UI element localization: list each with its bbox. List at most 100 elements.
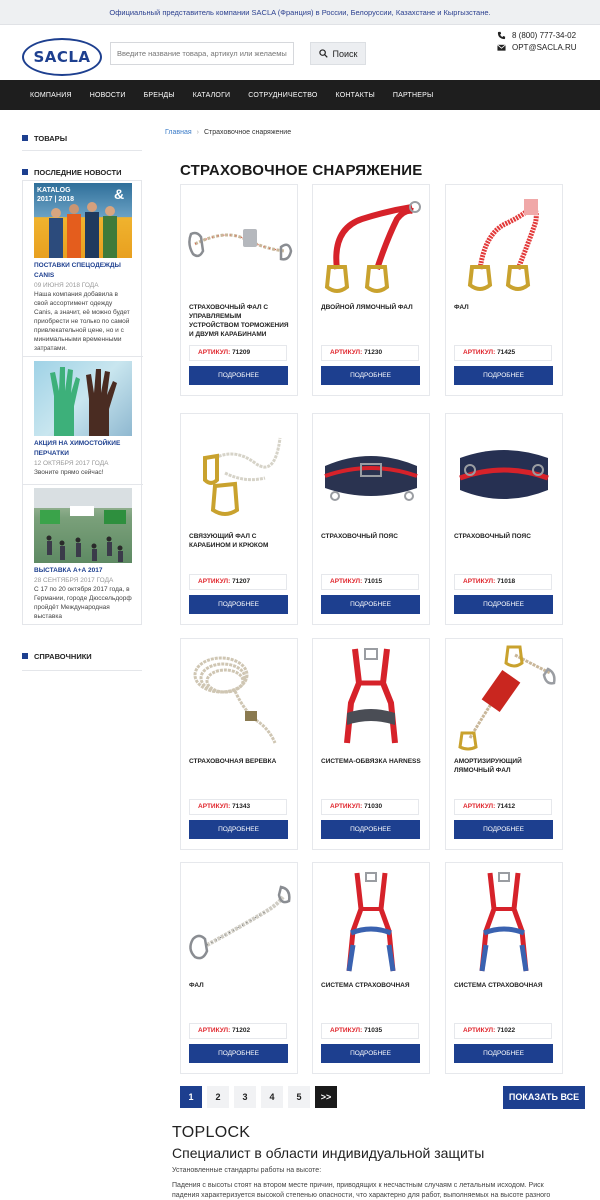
- product-card[interactable]: ФАЛ АРТИКУЛ: 71425 ПОДРОБНЕЕ: [445, 184, 563, 396]
- product-name[interactable]: СТРАХОВОЧНАЯ ВЕРЕВКА: [189, 757, 293, 766]
- more-button[interactable]: ПОДРОБНЕЕ: [321, 595, 420, 614]
- product-card[interactable]: ФАЛ АРТИКУЛ: 71202 ПОДРОБНЕЕ: [180, 862, 298, 1074]
- more-button[interactable]: ПОДРОБНЕЕ: [454, 1044, 553, 1063]
- news-text: Звоните прямо сейчас!: [34, 469, 104, 476]
- search-input[interactable]: [110, 42, 294, 65]
- breadcrumb-home[interactable]: Главная: [165, 129, 192, 136]
- product-card[interactable]: СТРАХОВОЧНЫЙ ПОЯС АРТИКУЛ: 71015 ПОДРОБН…: [312, 413, 430, 625]
- product-card[interactable]: СИСТЕМА СТРАХОВОЧНАЯ АРТИКУЛ: 71022 ПОДР…: [445, 862, 563, 1074]
- more-button[interactable]: ПОДРОБНЕЕ: [189, 1044, 288, 1063]
- product-card[interactable]: АМОРТИЗИРУЮЩИЙ ЛЯМОЧНЫЙ ФАЛ АРТИКУЛ: 714…: [445, 638, 563, 850]
- search-button-label: Поиск: [332, 48, 358, 59]
- nav-item-company[interactable]: КОМПАНИЯ: [30, 92, 72, 99]
- more-button[interactable]: ПОДРОБНЕЕ: [189, 820, 288, 839]
- nav-item-cooperation[interactable]: СОТРУДНИЧЕСТВО: [248, 92, 317, 99]
- harness-blue-icon: [346, 872, 396, 972]
- page-1-button[interactable]: 1: [180, 1086, 202, 1108]
- product-card[interactable]: СТРАХОВОЧНЫЙ ФАЛ С УПРАВЛЯЕМЫМ УСТРОЙСТВ…: [180, 184, 298, 396]
- article-number: 71030: [364, 803, 383, 810]
- product-name[interactable]: ФАЛ: [454, 303, 558, 312]
- double-lanyard-icon: [324, 201, 421, 293]
- sidebar-directories[interactable]: СПРАВОЧНИКИ: [22, 649, 142, 663]
- product-name[interactable]: СТРАХОВОЧНЫЙ ФАЛ С УПРАВЛЯЕМЫМ УСТРОЙСТВ…: [189, 303, 293, 339]
- news-divider: [23, 484, 143, 485]
- article-box: АРТИКУЛ: 71412: [454, 799, 552, 815]
- article-box: АРТИКУЛ: 71343: [189, 799, 287, 815]
- news-title[interactable]: ПОСТАВКИ СПЕЦОДЕЖДЫ CANIS: [34, 261, 132, 281]
- news-item[interactable]: АКЦИЯ НА ХИМОСТОЙКИЕ ПЕРЧАТКИ 12 ОКТЯБРЯ…: [34, 361, 132, 477]
- sidebar-divider: [22, 670, 142, 671]
- show-all-button[interactable]: ПОКАЗАТЬ ВСЕ: [503, 1086, 585, 1109]
- page-3-button[interactable]: 3: [234, 1086, 256, 1108]
- sidebar-goods-label: ТОВАРЫ: [34, 133, 68, 143]
- page-5-button[interactable]: 5: [288, 1086, 310, 1108]
- news-item[interactable]: ВЫСТАВКА А+А 2017 28 СЕНТЯБРЯ 2017 ГОДА …: [34, 488, 132, 621]
- product-name[interactable]: СИСТЕМА СТРАХОВОЧНАЯ: [321, 981, 425, 990]
- product-name[interactable]: АМОРТИЗИРУЮЩИЙ ЛЯМОЧНЫЙ ФАЛ: [454, 757, 558, 775]
- news-title[interactable]: ВЫСТАВКА А+А 2017: [34, 566, 132, 576]
- news-date: 12 ОКТЯБРЯ 2017 ГОДА: [34, 460, 109, 467]
- email-contact[interactable]: OPT@SACLA.RU: [497, 43, 577, 52]
- email-address: OPT@SACLA.RU: [512, 43, 577, 52]
- news-item[interactable]: KATALOG 2017 | 2018 & ПОСТАВКИ СПЕЦОДЕЖД…: [34, 183, 132, 353]
- news-image[interactable]: KATALOG 2017 | 2018 &: [34, 183, 132, 258]
- sacla-logo[interactable]: SACLA: [22, 38, 102, 76]
- more-button[interactable]: ПОДРОБНЕЕ: [454, 366, 553, 385]
- more-button[interactable]: ПОДРОБНЕЕ: [189, 366, 288, 385]
- more-button[interactable]: ПОДРОБНЕЕ: [321, 1044, 420, 1063]
- more-button[interactable]: ПОДРОБНЕЕ: [454, 595, 553, 614]
- product-name[interactable]: СТРАХОВОЧНЫЙ ПОЯС: [321, 532, 425, 541]
- article-label: АРТИКУЛ:: [330, 349, 363, 356]
- product-card[interactable]: СИСТЕМА СТРАХОВОЧНАЯ АРТИКУЛ: 71035 ПОДР…: [312, 862, 430, 1074]
- article-number: 71035: [364, 1027, 383, 1034]
- article-number: 71015: [364, 578, 383, 585]
- nav-item-contacts[interactable]: КОНТАКТЫ: [336, 92, 375, 99]
- phone-number: 8 (800) 777-34-02: [512, 31, 577, 40]
- product-card[interactable]: ДВОЙНОЙ ЛЯМОЧНЫЙ ФАЛ АРТИКУЛ: 71230 ПОДР…: [312, 184, 430, 396]
- nav-item-news[interactable]: НОВОСТИ: [90, 92, 126, 99]
- sidebar-news-heading[interactable]: ПОСЛЕДНИЕ НОВОСТИ: [22, 165, 142, 179]
- page-2-button[interactable]: 2: [207, 1086, 229, 1108]
- news-date: 09 ИЮНЯ 2018 ГОДА: [34, 282, 99, 289]
- product-card[interactable]: СТРАХОВОЧНЫЙ ПОЯС АРТИКУЛ: 71018 ПОДРОБН…: [445, 413, 563, 625]
- article-label: АРТИКУЛ:: [198, 1027, 231, 1034]
- svg-text:&: &: [114, 186, 124, 202]
- more-button[interactable]: ПОДРОБНЕЕ: [321, 366, 420, 385]
- belt-icon: [324, 456, 418, 501]
- article-label: АРТИКУЛ:: [198, 578, 231, 585]
- product-name[interactable]: СИСТЕМА СТРАХОВОЧНАЯ: [454, 981, 558, 990]
- sidebar-news-label: ПОСЛЕДНИЕ НОВОСТИ: [34, 167, 122, 177]
- news-image[interactable]: [34, 361, 132, 436]
- lanyard-rope-icon: [188, 229, 293, 261]
- article-number: 71207: [232, 578, 251, 585]
- exhibition-photo-icon: [34, 488, 132, 562]
- product-card[interactable]: СВЯЗУЮЩИЙ ФАЛ С КАРАБИНОМ И КРЮКОМ АРТИК…: [180, 413, 298, 625]
- news-image[interactable]: [34, 488, 132, 563]
- product-name[interactable]: СВЯЗУЮЩИЙ ФАЛ С КАРАБИНОМ И КРЮКОМ: [189, 532, 293, 550]
- news-title[interactable]: АКЦИЯ НА ХИМОСТОЙКИЕ ПЕРЧАТКИ: [34, 439, 132, 459]
- nav-item-catalogs[interactable]: КАТАЛОГИ: [193, 92, 231, 99]
- gloves-photo-icon: [50, 367, 117, 436]
- product-card[interactable]: СИСТЕМА-ОБВЯЗКА HARNESS АРТИКУЛ: 71030 П…: [312, 638, 430, 850]
- product-name[interactable]: СИСТЕМА-ОБВЯЗКА HARNESS: [321, 757, 425, 766]
- next-page-button[interactable]: >>: [315, 1086, 337, 1108]
- product-card[interactable]: СТРАХОВОЧНАЯ ВЕРЕВКА АРТИКУЛ: 71343 ПОДР…: [180, 638, 298, 850]
- more-button[interactable]: ПОДРОБНЕЕ: [321, 820, 420, 839]
- product-name[interactable]: ДВОЙНОЙ ЛЯМОЧНЫЙ ФАЛ: [321, 303, 425, 312]
- more-button[interactable]: ПОДРОБНЕЕ: [454, 820, 553, 839]
- article-number: 71209: [232, 349, 251, 356]
- more-button[interactable]: ПОДРОБНЕЕ: [189, 595, 288, 614]
- page-4-button[interactable]: 4: [261, 1086, 283, 1108]
- article-label: АРТИКУЛ:: [330, 1027, 363, 1034]
- product-name[interactable]: ФАЛ: [189, 981, 293, 990]
- article-number: 71343: [232, 803, 251, 810]
- sidebar-goods[interactable]: ТОВАРЫ: [22, 131, 142, 145]
- nav-item-partners[interactable]: ПАРТНЕРЫ: [393, 92, 434, 99]
- nav-item-brands[interactable]: БРЕНДЫ: [144, 92, 175, 99]
- search-button[interactable]: Поиск: [310, 42, 366, 65]
- article-box: АРТИКУЛ: 71018: [454, 574, 552, 590]
- phone-contact[interactable]: 8 (800) 777-34-02: [497, 31, 576, 40]
- article-box: АРТИКУЛ: 71230: [321, 345, 419, 361]
- news-date: 28 СЕНТЯБРЯ 2017 ГОДА: [34, 577, 114, 584]
- product-name[interactable]: СТРАХОВОЧНЫЙ ПОЯС: [454, 532, 558, 541]
